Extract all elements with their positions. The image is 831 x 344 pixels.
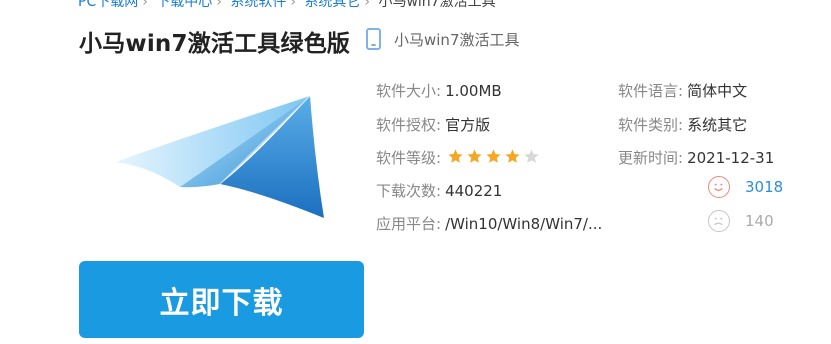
info-size: 软件大小: 1.00MB: [376, 80, 502, 101]
downloads-value: 440221: [445, 182, 503, 200]
info-updated: 更新时间: 2021-12-31: [618, 147, 774, 168]
star-filled-icon: [467, 149, 482, 163]
downloads-label: 下载次数:: [376, 182, 442, 200]
star-filled-icon: [505, 149, 520, 163]
language-label: 软件语言:: [618, 82, 684, 100]
info-license: 软件授权: 官方版: [376, 114, 490, 135]
breadcrumb: PC下载网 › 下载中心 › 系统软件 › 系统其它 › 小马win7激活工具: [78, 0, 496, 11]
breadcrumb-system-other[interactable]: 系统其它: [304, 0, 360, 10]
info-downloads: 下载次数: 440221: [376, 180, 502, 201]
size-label: 软件大小:: [376, 82, 442, 100]
info-rating: 软件等级:: [376, 147, 542, 168]
phone-icon: [366, 28, 381, 50]
page-title: 小马win7激活工具绿色版: [79, 31, 351, 57]
category-value: 系统其它: [687, 116, 748, 134]
platform-label: 应用平台:: [376, 215, 442, 233]
info-language: 软件语言: 简体中文: [618, 80, 747, 101]
star-empty-icon: [524, 149, 539, 163]
vote-good[interactable]: 3018: [708, 176, 783, 198]
subtitle-text: 小马win7激活工具: [394, 30, 520, 49]
category-label: 软件类别:: [618, 116, 684, 134]
breadcrumb-sep: ›: [142, 0, 148, 10]
breadcrumb-download-center[interactable]: 下载中心: [156, 0, 212, 10]
info-category: 软件类别: 系统其它: [618, 114, 747, 135]
breadcrumb-home[interactable]: PC下载网: [78, 0, 138, 10]
language-value: 简体中文: [687, 82, 748, 100]
breadcrumb-sep: ›: [216, 0, 222, 10]
rating-label: 软件等级:: [376, 149, 442, 167]
license-value: 官方版: [445, 116, 491, 134]
download-button[interactable]: 立即下载: [79, 261, 364, 338]
updated-value: 2021-12-31: [687, 149, 775, 167]
star-filled-icon: [448, 149, 463, 163]
vote-bad[interactable]: 140: [708, 210, 774, 232]
size-value: 1.00MB: [445, 82, 502, 100]
info-platform: 应用平台:/Win10/Win8/Win7/...: [376, 213, 602, 234]
frown-icon[interactable]: [708, 210, 730, 232]
app-logo: [116, 95, 324, 218]
breadcrumb-current: 小马win7激活工具: [378, 0, 496, 10]
platform-value: /Win10/Win8/Win7/...: [445, 215, 603, 233]
updated-label: 更新时间:: [618, 149, 684, 167]
breadcrumb-sep: ›: [364, 0, 371, 10]
rating-stars: [447, 148, 542, 165]
vote-bad-count[interactable]: 140: [745, 212, 774, 230]
vote-good-count[interactable]: 3018: [745, 178, 783, 196]
breadcrumb-system-software[interactable]: 系统软件: [230, 0, 286, 10]
smile-icon[interactable]: [708, 176, 730, 198]
star-filled-icon: [486, 149, 501, 163]
license-label: 软件授权:: [376, 116, 442, 134]
subtitle: 小马win7激活工具: [366, 28, 520, 50]
breadcrumb-sep: ›: [290, 0, 296, 10]
